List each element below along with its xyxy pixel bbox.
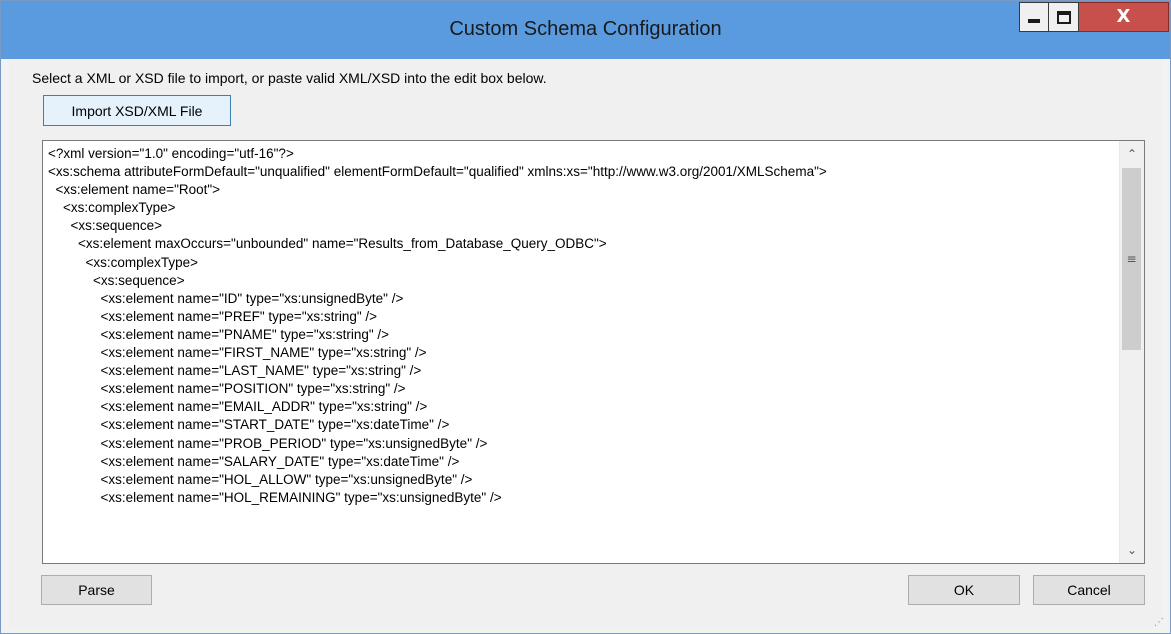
- code-line: <xs:element maxOccurs="unbounded" name="…: [48, 236, 607, 252]
- chevron-up-icon[interactable]: ⌃: [1120, 143, 1144, 165]
- code-line: <xs:schema attributeFormDefault="unquali…: [48, 164, 827, 180]
- chevron-down-icon[interactable]: ⌄: [1120, 539, 1144, 561]
- parse-button[interactable]: Parse: [41, 575, 152, 605]
- window-title: Custom Schema Configuration: [449, 18, 722, 40]
- code-line: <xs:element name="FIRST_NAME" type="xs:s…: [48, 345, 427, 361]
- maximize-icon: [1056, 10, 1071, 24]
- vertical-scrollbar[interactable]: ⌃ ≡ ⌄: [1119, 141, 1144, 563]
- ok-button[interactable]: OK: [908, 575, 1020, 605]
- code-line: <?xml version="1.0" encoding="utf-16"?>: [48, 146, 294, 161]
- code-line: <xs:element name="Root">: [48, 182, 221, 198]
- close-icon: X: [1116, 6, 1131, 27]
- code-line: <xs:complexType>: [48, 200, 176, 216]
- minimize-icon: [1028, 19, 1040, 23]
- code-line: <xs:element name="PREF" type="xs:string"…: [48, 308, 378, 324]
- cancel-button[interactable]: Cancel: [1033, 575, 1145, 605]
- code-line: <xs:element name="PNAME" type="xs:string…: [48, 326, 390, 342]
- code-line: <xs:complexType>: [48, 254, 199, 270]
- code-line: <xs:element name="PROB_PERIOD" type="xs:…: [48, 435, 488, 451]
- close-button[interactable]: X: [1079, 2, 1169, 32]
- code-line: <xs:element name="ID" type="xs:unsignedB…: [48, 290, 404, 306]
- resize-grip-icon[interactable]: ⋰: [1154, 617, 1164, 628]
- code-line: <xs:element name="LAST_NAME" type="xs:st…: [48, 363, 422, 379]
- instruction-text: Select a XML or XSD file to import, or p…: [32, 70, 547, 86]
- grip-lines-icon: ≡: [1126, 252, 1137, 266]
- schema-text[interactable]: <?xml version="1.0" encoding="utf-16"?> <…: [48, 145, 1118, 507]
- code-line: <xs:element name="HOL_REMAINING" type="x…: [48, 489, 502, 505]
- dialog-window: Custom Schema Configuration X Select a X…: [0, 0, 1171, 634]
- code-line: <xs:sequence>: [48, 272, 185, 288]
- code-line: <xs:element name="POSITION" type="xs:str…: [48, 381, 406, 397]
- scrollbar-thumb[interactable]: ≡: [1122, 168, 1141, 350]
- schema-edit-box[interactable]: <?xml version="1.0" encoding="utf-16"?> <…: [42, 140, 1145, 564]
- code-line: <xs:element name="EMAIL_ADDR" type="xs:s…: [48, 399, 428, 415]
- title-bar[interactable]: Custom Schema Configuration X: [1, 1, 1170, 59]
- minimize-button[interactable]: [1019, 2, 1049, 32]
- code-line: <xs:element name="HOL_ALLOW" type="xs:un…: [48, 471, 473, 487]
- maximize-button[interactable]: [1049, 2, 1079, 32]
- code-line: <xs:element name="START_DATE" type="xs:d…: [48, 417, 450, 433]
- code-line: <xs:element name="SALARY_DATE" type="xs:…: [48, 453, 460, 469]
- code-line: <xs:sequence>: [48, 218, 163, 234]
- import-file-button[interactable]: Import XSD/XML File: [43, 95, 231, 126]
